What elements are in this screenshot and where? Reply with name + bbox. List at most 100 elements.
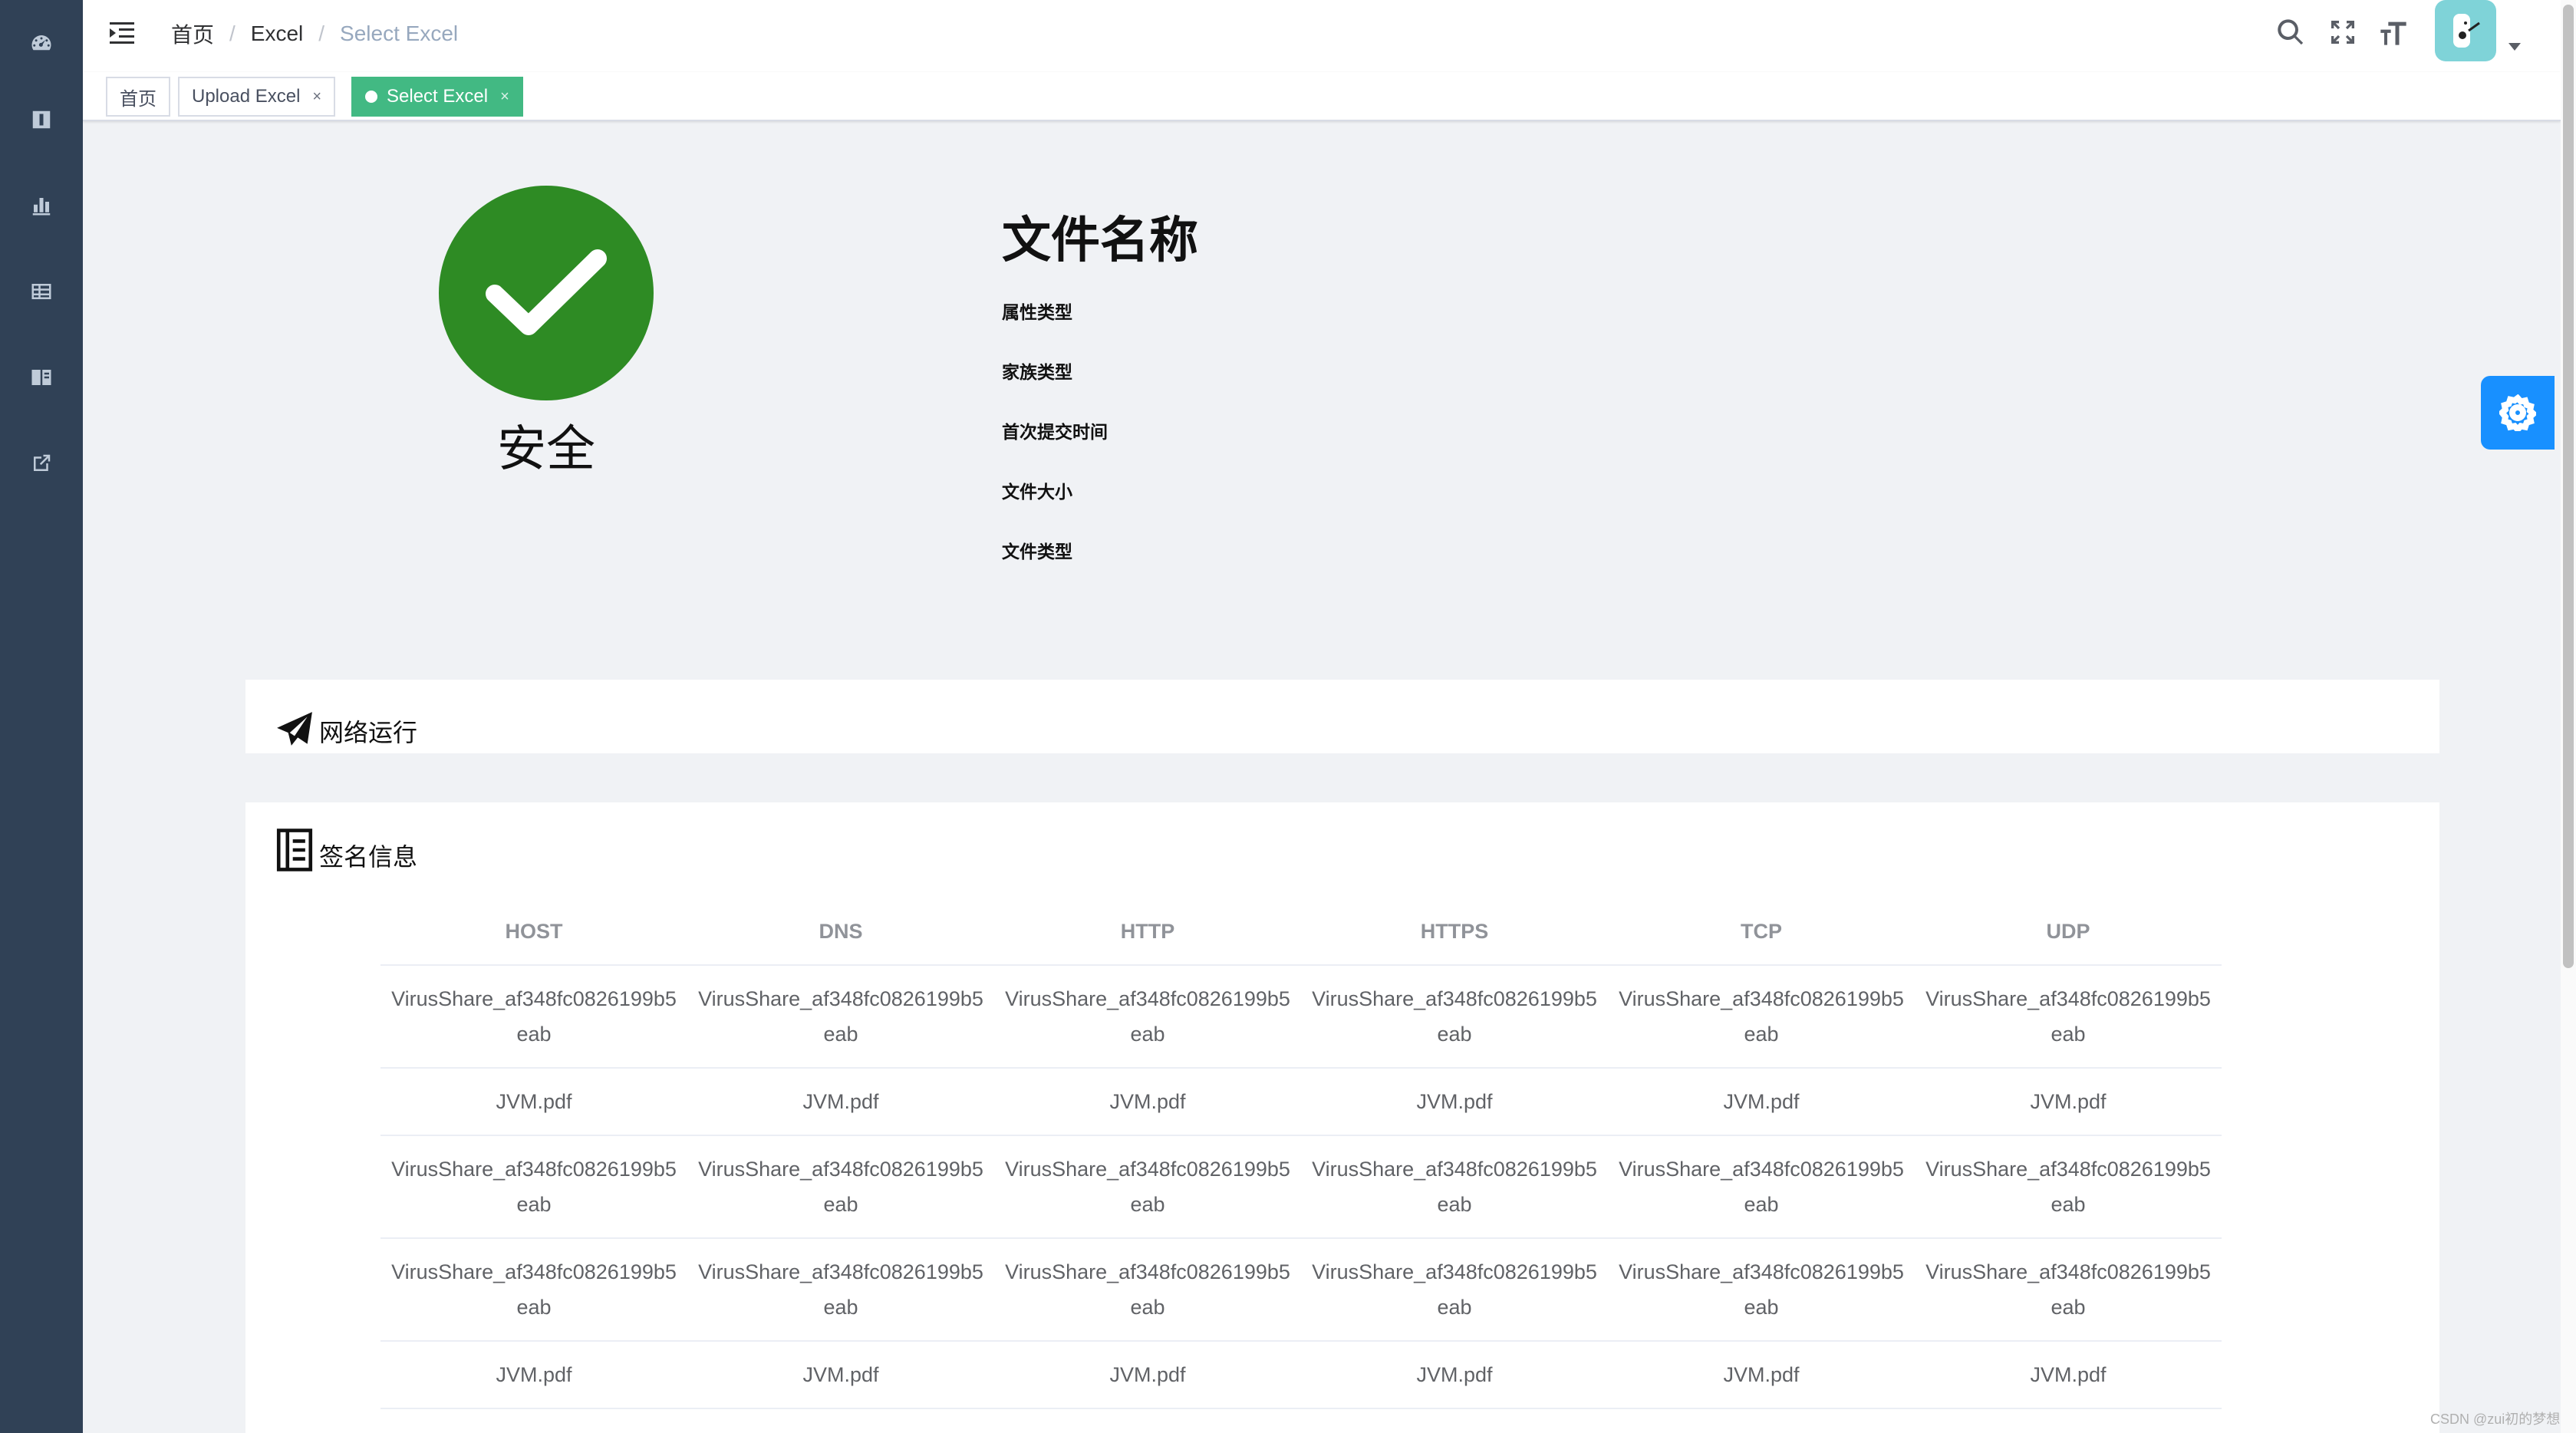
checkmark-icon (486, 249, 607, 335)
caret-down-icon (2508, 43, 2521, 51)
table-cell: VirusShare_af348fc0826199b5eab (1301, 1238, 1608, 1342)
status-label: 安全 (497, 421, 595, 478)
table-row: VirusShare_af348fc0826199b5eab VirusShar… (380, 1135, 2222, 1239)
table-cell: VirusShare_af348fc0826199b5eab (380, 1135, 687, 1239)
watermark: CSDN @zui初的梦想 (2430, 1412, 2561, 1427)
navbar: 首页 / Excel / Select Excel (83, 0, 2561, 72)
column-header: TCP (1608, 899, 1915, 966)
sidebar-item-dashboard[interactable] (0, 0, 83, 86)
tags-view: 首页 Upload Excel × Select Excel × (83, 72, 2561, 121)
breadcrumb-excel[interactable]: Excel (251, 21, 303, 46)
tag-upload-excel[interactable]: Upload Excel × (178, 77, 336, 117)
table-cell: VirusShare_af348fc0826199b5eab (1915, 1135, 2222, 1239)
tag-label: Select Excel (387, 86, 489, 107)
external-link-icon (34, 454, 51, 471)
paper-plane-icon (277, 712, 312, 746)
hamburger-icon (110, 22, 134, 44)
tag-select-excel[interactable]: Select Excel × (351, 77, 523, 117)
chart-icon (32, 198, 51, 216)
column-header: DNS (687, 899, 994, 966)
table-cell: JVM.pdf (994, 1341, 1301, 1409)
column-header: HTTP (994, 899, 1301, 966)
signature-card-header: 签名信息 (275, 827, 417, 873)
network-card-header: 网络运行 (275, 710, 417, 749)
table-cell: JVM.pdf (1301, 1341, 1608, 1409)
gear-icon (2499, 394, 2536, 431)
table-cell: VirusShare_af348fc0826199b5eab (1915, 1238, 2222, 1342)
breadcrumb-current: Select Excel (340, 21, 459, 45)
fullscreen-button[interactable] (2324, 14, 2361, 51)
search-icon (2278, 19, 2304, 45)
table-cell: JVM.pdf (1301, 1068, 1608, 1136)
table-cell: JVM.pdf (380, 1068, 687, 1136)
field-file-size: 文件大小 (1002, 483, 1072, 502)
network-card: 网络运行 (245, 680, 2439, 753)
field-first-submit-time: 首次提交时间 (1002, 423, 1108, 443)
font-size-icon (2380, 21, 2406, 45)
table-row: JVM.pdf JVM.pdf JVM.pdf JVM.pdf JVM.pdf … (380, 1341, 2222, 1409)
file-name-title: 文件名称 (1002, 212, 1198, 269)
tag-home[interactable]: 首页 (106, 77, 170, 117)
tag-label: Upload Excel (192, 86, 301, 107)
tag-close-icon[interactable]: × (500, 88, 509, 106)
breadcrumb-home[interactable]: 首页 (171, 18, 214, 49)
column-header: HTTPS (1301, 899, 1608, 966)
table-cell: VirusShare_af348fc0826199b5eab (1608, 1135, 1915, 1239)
table-cell: JVM.pdf (380, 1341, 687, 1409)
avatar-image (2453, 14, 2480, 48)
notebook-icon (276, 829, 313, 871)
table-cell: JVM.pdf (687, 1341, 994, 1409)
table-cell: JVM.pdf (1608, 1068, 1915, 1136)
table-cell: VirusShare_af348fc0826199b5eab (1301, 1135, 1608, 1239)
table-cell: JVM.pdf (687, 1068, 994, 1136)
tag-label: 首页 (120, 88, 156, 110)
table-cell: VirusShare_af348fc0826199b5eab (1915, 965, 2222, 1069)
sidebar (0, 0, 83, 1433)
field-file-type: 文件类型 (1002, 542, 1072, 562)
table-cell: VirusShare_af348fc0826199b5eab (1608, 1238, 1915, 1342)
table-cell: VirusShare_af348fc0826199b5eab (1608, 965, 1915, 1069)
active-dot-icon (365, 91, 377, 103)
table-icon (31, 284, 51, 299)
breadcrumb-separator: / (318, 21, 325, 45)
table-cell: VirusShare_af348fc0826199b5eab (994, 1238, 1301, 1342)
sidebar-item-external-link[interactable] (0, 420, 83, 506)
tag-close-icon[interactable]: × (312, 88, 321, 106)
signature-table: HOST DNS HTTP HTTPS TCP UDP VirusShare_a… (380, 899, 2222, 1409)
signature-card-title: 签名信息 (319, 842, 418, 871)
breadcrumb: 首页 / Excel / Select Excel (171, 17, 458, 51)
table-cell: JVM.pdf (1915, 1068, 2222, 1136)
table-cell: VirusShare_af348fc0826199b5eab (994, 1135, 1301, 1239)
sidebar-toggle-button[interactable] (106, 17, 138, 49)
fullscreen-icon (2331, 21, 2354, 44)
sidebar-item-book[interactable] (0, 334, 83, 420)
table-cell: VirusShare_af348fc0826199b5eab (687, 965, 994, 1069)
dashboard-icon (31, 35, 51, 51)
table-cell: VirusShare_af348fc0826199b5eab (687, 1238, 994, 1342)
table-cell: VirusShare_af348fc0826199b5eab (1301, 965, 1608, 1069)
field-family-type: 家族类型 (1002, 363, 1072, 383)
field-attribute-type: 属性类型 (1002, 303, 1072, 323)
table-cell: VirusShare_af348fc0826199b5eab (994, 965, 1301, 1069)
table-cell: JVM.pdf (1915, 1341, 2222, 1409)
table-cell: VirusShare_af348fc0826199b5eab (687, 1135, 994, 1239)
settings-button[interactable] (2481, 376, 2555, 450)
avatar[interactable] (2435, 0, 2496, 61)
document-icon (32, 110, 51, 129)
sidebar-item-table[interactable] (0, 249, 83, 334)
table-row: JVM.pdf JVM.pdf JVM.pdf JVM.pdf JVM.pdf … (380, 1068, 2222, 1136)
table-cell: JVM.pdf (1608, 1341, 1915, 1409)
column-header: UDP (1915, 899, 2222, 966)
breadcrumb-separator: / (229, 21, 236, 45)
column-header: HOST (380, 899, 687, 966)
table-cell: VirusShare_af348fc0826199b5eab (380, 1238, 687, 1342)
header-search-button[interactable] (2272, 14, 2309, 51)
font-size-button[interactable] (2375, 14, 2412, 51)
sidebar-item-chart[interactable] (0, 163, 83, 249)
scrollbar-thumb[interactable] (2563, 5, 2574, 968)
table-row: VirusShare_af348fc0826199b5eab VirusShar… (380, 1238, 2222, 1342)
table-cell: JVM.pdf (994, 1068, 1301, 1136)
sidebar-item-document[interactable] (0, 77, 83, 163)
network-card-title: 网络运行 (319, 718, 418, 747)
avatar-dropdown-caret[interactable] (2507, 41, 2522, 52)
